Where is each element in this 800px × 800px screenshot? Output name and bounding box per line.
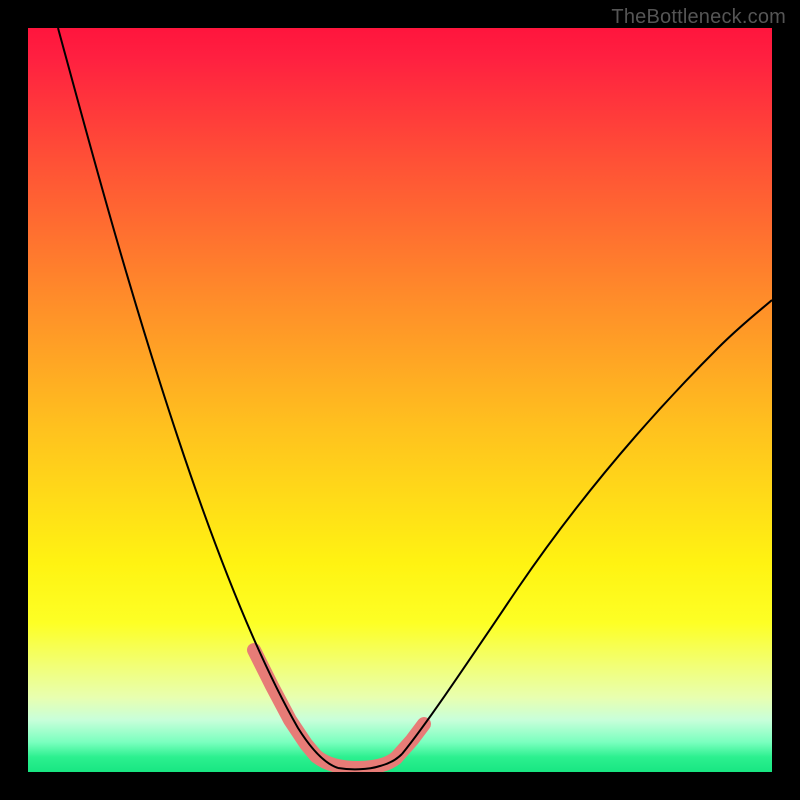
plot-area [28, 28, 772, 772]
watermark-text: TheBottleneck.com [611, 6, 786, 29]
curve-right-branch [402, 300, 772, 754]
chart-frame: TheBottleneck.com [0, 0, 800, 800]
curve-left-branch [58, 28, 338, 768]
curve-layer [28, 28, 772, 772]
